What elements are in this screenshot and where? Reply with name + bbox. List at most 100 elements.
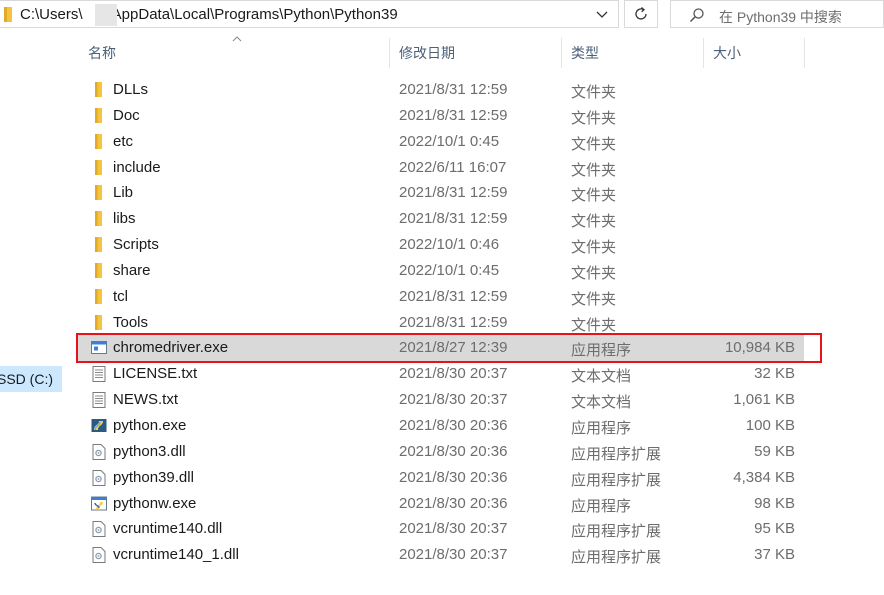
file-row[interactable]: NEWS.txt 2021/8/30 20:37 文本文档 1,061 KB [78, 387, 804, 413]
file-name[interactable]: Scripts [113, 236, 159, 253]
text-file-icon [90, 391, 108, 409]
file-row[interactable]: include 2022/6/11 16:07 文件夹 [78, 155, 804, 181]
file-row[interactable]: Lib 2021/8/31 12:59 文件夹 [78, 180, 804, 206]
column-header-size-label: 大小 [713, 45, 741, 61]
file-type: 应用程序扩展 [571, 523, 662, 541]
folder-icon [90, 81, 108, 99]
file-row[interactable]: tcl 2021/8/31 12:59 文件夹 [78, 284, 804, 310]
file-row[interactable]: chromedriver.exe 2021/8/27 12:39 应用程序 10… [78, 335, 804, 362]
file-name[interactable]: python39.dll [113, 469, 194, 486]
nav-item-ssd-drive[interactable]: SSD (C:) [0, 366, 62, 392]
file-row[interactable]: Scripts 2022/10/1 0:46 文件夹 [78, 232, 804, 258]
refresh-button[interactable] [624, 0, 658, 28]
file-modified-date: 2022/10/1 0:45 [399, 132, 500, 150]
file-type: 文件夹 [571, 316, 617, 334]
folder-icon [90, 262, 108, 280]
nav-item-label: SSD (C:) [0, 371, 53, 387]
file-type: 文本文档 [571, 394, 632, 412]
file-name[interactable]: etc [113, 133, 133, 150]
folder-icon [90, 133, 108, 151]
file-row[interactable]: Tools 2021/8/31 12:59 文件夹 [78, 310, 804, 336]
column-header-size[interactable]: 大小 [703, 36, 804, 70]
file-name[interactable]: pythonw.exe [113, 495, 196, 512]
file-size: 98 KB [754, 494, 795, 512]
file-modified-date: 2021/8/30 20:37 [399, 365, 508, 383]
file-row[interactable]: share 2022/10/1 0:45 文件夹 [78, 258, 804, 284]
file-modified-date: 2021/8/30 20:36 [399, 494, 508, 512]
file-modified-date: 2021/8/30 20:37 [399, 391, 508, 409]
file-modified-date: 2021/8/27 12:39 [399, 339, 508, 357]
file-size: 59 KB [754, 442, 795, 460]
file-name[interactable]: Lib [113, 184, 133, 201]
file-type: 文件夹 [571, 239, 617, 257]
pythonw-icon [90, 495, 108, 513]
file-row[interactable]: pythonw.exe 2021/8/30 20:36 应用程序 98 KB [78, 491, 804, 517]
file-row[interactable]: vcruntime140_1.dll 2021/8/30 20:37 应用程序扩… [78, 542, 804, 568]
file-name[interactable]: NEWS.txt [113, 391, 178, 408]
file-modified-date: 2021/8/30 20:36 [399, 416, 508, 434]
folder-icon [90, 107, 108, 125]
file-size: 100 KB [745, 416, 795, 434]
file-name[interactable]: Doc [113, 107, 140, 124]
file-type: 文本文档 [571, 368, 632, 386]
column-divider[interactable] [804, 38, 805, 68]
file-name[interactable]: Tools [113, 314, 148, 331]
column-header-type-label: 类型 [571, 45, 599, 61]
address-path[interactable]: C:\Users\ \AppData\Local\Programs\Python… [20, 6, 398, 23]
column-header-date[interactable]: 修改日期 [389, 36, 561, 70]
chevron-down-icon [596, 11, 608, 18]
file-size: 1,061 KB [733, 391, 795, 409]
file-type: 文件夹 [571, 213, 617, 231]
file-name[interactable]: share [113, 262, 151, 279]
file-row[interactable]: python.exe 2021/8/30 20:36 应用程序 100 KB [78, 413, 804, 439]
file-modified-date: 2021/8/30 20:37 [399, 546, 508, 564]
column-header-name[interactable]: 名称 [78, 36, 389, 70]
column-header-name-label: 名称 [88, 45, 116, 61]
search-placeholder[interactable]: 在 Python39 中搜索 [719, 7, 842, 27]
folder-icon [90, 236, 108, 254]
file-name[interactable]: LICENSE.txt [113, 365, 197, 382]
file-name[interactable]: python3.dll [113, 443, 186, 460]
dll-icon [90, 520, 108, 538]
file-size: 4,384 KB [733, 468, 795, 486]
file-modified-date: 2021/8/31 12:59 [399, 184, 508, 202]
file-name[interactable]: python.exe [113, 417, 186, 434]
file-name[interactable]: vcruntime140.dll [113, 520, 222, 537]
file-row[interactable]: LICENSE.txt 2021/8/30 20:37 文本文档 32 KB [78, 361, 804, 387]
file-size: 10,984 KB [724, 339, 795, 357]
file-type: 应用程序 [571, 497, 632, 515]
dll-icon [90, 469, 108, 487]
file-name[interactable]: vcruntime140_1.dll [113, 546, 239, 563]
file-type: 应用程序扩展 [571, 471, 662, 489]
file-type: 文件夹 [571, 84, 617, 101]
refresh-icon [635, 7, 647, 20]
file-modified-date: 2021/8/31 12:59 [399, 287, 508, 305]
file-type: 文件夹 [571, 290, 617, 308]
file-row[interactable]: DLLs 2021/8/31 12:59 文件夹 [78, 77, 804, 103]
address-dropdown-button[interactable] [590, 5, 614, 25]
search-box[interactable]: 在 Python39 中搜索 [670, 0, 884, 28]
file-row[interactable]: Doc 2021/8/31 12:59 文件夹 [78, 103, 804, 129]
file-modified-date: 2022/10/1 0:45 [399, 261, 500, 279]
file-row[interactable]: libs 2021/8/31 12:59 文件夹 [78, 206, 804, 232]
file-row[interactable]: python3.dll 2021/8/30 20:36 应用程序扩展 59 KB [78, 439, 804, 465]
file-row[interactable]: python39.dll 2021/8/30 20:36 应用程序扩展 4,38… [78, 465, 804, 491]
file-name[interactable]: libs [113, 210, 136, 227]
folder-icon [4, 7, 12, 22]
file-type: 应用程序扩展 [571, 445, 662, 463]
address-bar[interactable]: C:\Users\ \AppData\Local\Programs\Python… [0, 0, 619, 28]
file-name[interactable]: tcl [113, 288, 128, 305]
file-size: 37 KB [754, 546, 795, 564]
file-name[interactable]: DLLs [113, 81, 148, 98]
column-header-type[interactable]: 类型 [561, 36, 703, 70]
python-icon [90, 417, 108, 435]
file-modified-date: 2022/10/1 0:46 [399, 236, 500, 254]
file-type: 文件夹 [571, 161, 617, 179]
dll-icon [90, 443, 108, 461]
folder-icon [90, 314, 108, 332]
file-row[interactable]: etc 2022/10/1 0:45 文件夹 [78, 129, 804, 155]
file-name[interactable]: include [113, 159, 161, 176]
file-name[interactable]: chromedriver.exe [113, 339, 228, 356]
file-row[interactable]: vcruntime140.dll 2021/8/30 20:37 应用程序扩展 … [78, 516, 804, 542]
file-type: 应用程序 [571, 342, 632, 360]
